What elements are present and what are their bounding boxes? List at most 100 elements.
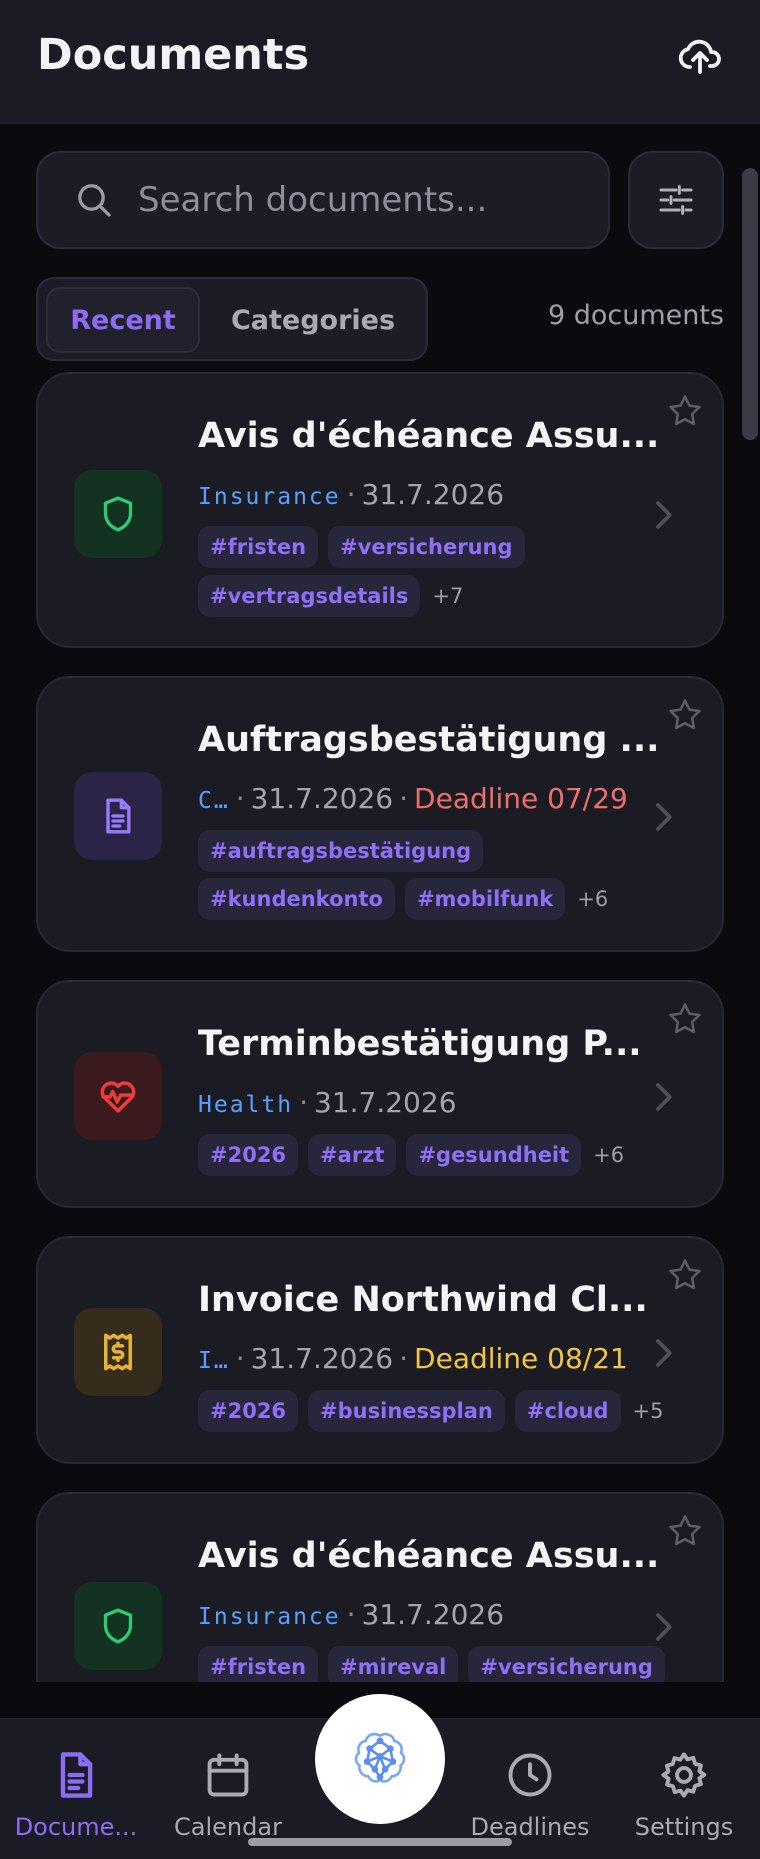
document-date: 31.7.2026 — [361, 478, 505, 511]
category-label: Insurance — [198, 484, 341, 510]
brain-network-icon — [354, 1732, 406, 1783]
shield-icon — [103, 496, 133, 532]
document-meta: I… · 31.7.2026 · Deadline 08/21 — [198, 1342, 628, 1375]
tag[interactable]: #businessplan — [308, 1390, 505, 1432]
document-card[interactable]: Avis d'échéance Assu... Insurance · 31.7.2… — [36, 1492, 724, 1682]
tag-row: #2026 #businessplan #cloud +5 — [198, 1390, 664, 1432]
search-input[interactable] — [138, 180, 578, 220]
tag[interactable]: #kundenkonto — [198, 878, 395, 920]
document-meta: Insurance · 31.7.2026 — [198, 1598, 505, 1631]
nav-settings[interactable]: Settings — [620, 1749, 748, 1841]
more-tags-count: +5 — [632, 1399, 664, 1423]
chevron-right-icon — [656, 803, 672, 831]
star-icon[interactable] — [666, 1256, 704, 1294]
tag[interactable]: #2026 — [198, 1390, 299, 1432]
nav-label: Calendar — [174, 1813, 282, 1841]
deadline-label: Deadline 08/21 — [414, 1342, 628, 1375]
tag-row: #auftragsbestätigung — [198, 830, 484, 872]
search-bar[interactable] — [36, 151, 610, 249]
tag-row: #vertragsdetails +7 — [198, 575, 463, 617]
category-label: C… — [198, 788, 230, 814]
document-card[interactable]: Avis d'échéance Assu... Insurance · 31.7.2… — [36, 372, 724, 648]
chevron-right-icon — [656, 1613, 672, 1641]
tag[interactable]: #fristen — [198, 1646, 319, 1682]
upload-button[interactable] — [672, 28, 728, 84]
tag[interactable]: #gesundheit — [406, 1134, 582, 1176]
category-icon-box — [74, 1308, 162, 1396]
ai-assistant-button[interactable] — [315, 1694, 445, 1824]
category-label: I… — [198, 1348, 230, 1374]
tag[interactable]: #fristen — [198, 526, 319, 568]
tag[interactable]: #vertragsdetails — [198, 575, 421, 617]
document-date: 31.7.2026 — [250, 1342, 394, 1375]
search-icon — [78, 184, 111, 217]
document-title: Avis d'échéance Assu... — [198, 416, 660, 456]
document-meta: Insurance · 31.7.2026 — [198, 478, 505, 511]
shield-icon — [103, 1608, 133, 1644]
tag[interactable]: #auftragsbestätigung — [198, 830, 484, 872]
document-title: Invoice Northwind Cl... — [198, 1280, 648, 1320]
document-title: Auftragsbestätigung ... — [198, 720, 660, 760]
document-count: 9 documents — [547, 300, 724, 331]
star-icon[interactable] — [666, 696, 704, 734]
star-icon[interactable] — [666, 1000, 704, 1038]
gear-icon — [661, 1752, 707, 1798]
home-indicator — [248, 1838, 512, 1846]
document-date: 31.7.2026 — [361, 1598, 505, 1631]
tag-row: #2026 #arzt #gesundheit +6 — [198, 1134, 624, 1176]
tag[interactable]: #versicherung — [468, 1646, 665, 1682]
category-label: Health — [198, 1092, 294, 1118]
cloud-upload-icon — [678, 39, 721, 74]
tag-row: #kundenkonto #mobilfunk +6 — [198, 878, 608, 920]
star-icon[interactable] — [666, 1512, 704, 1550]
category-icon-box — [74, 772, 162, 860]
calendar-icon — [207, 1753, 249, 1797]
tag[interactable]: #versicherung — [328, 526, 525, 568]
document-meta: Health · 31.7.2026 — [198, 1086, 457, 1119]
category-label: Insurance — [198, 1604, 341, 1630]
nav-documents[interactable]: Docume... — [12, 1749, 140, 1841]
more-tags-count: +6 — [577, 887, 609, 911]
page-title: Documents — [37, 30, 310, 80]
category-icon-box — [74, 470, 162, 558]
heart-pulse-icon — [100, 1081, 136, 1113]
document-icon — [60, 1752, 93, 1798]
tag[interactable]: #cloud — [514, 1390, 621, 1432]
document-card[interactable]: Terminbestätigung P... Health · 31.7.2026 … — [36, 980, 724, 1208]
deadline-label: Deadline 07/29 — [414, 782, 628, 815]
nav-label: Docume... — [14, 1813, 138, 1841]
receipt-icon — [104, 1333, 132, 1371]
more-tags-count: +6 — [593, 1143, 625, 1167]
document-date: 31.7.2026 — [250, 782, 394, 815]
document-meta: C… · 31.7.2026 · Deadline 07/29 — [198, 782, 628, 815]
document-card[interactable]: Auftragsbestätigung ... C… · 31.7.2026 · Dea… — [36, 676, 724, 952]
category-icon-box — [74, 1582, 162, 1670]
nav-calendar[interactable]: Calendar — [164, 1749, 292, 1841]
more-tags-count: +7 — [432, 584, 464, 608]
tab-categories[interactable]: Categories — [208, 287, 418, 353]
app-header: Documents — [0, 0, 760, 124]
tag[interactable]: #mobilfunk — [404, 878, 566, 920]
chevron-right-icon — [656, 1083, 672, 1111]
document-date: 31.7.2026 — [314, 1086, 457, 1119]
nav-label: Deadlines — [470, 1813, 590, 1841]
document-title: Avis d'échéance Assu... — [198, 1536, 660, 1576]
star-icon[interactable] — [666, 392, 704, 430]
tab-recent[interactable]: Recent — [46, 287, 200, 353]
document-card[interactable]: Invoice Northwind Cl... I… · 31.7.2026 · Dea… — [36, 1236, 724, 1464]
tag[interactable]: #mireval — [328, 1646, 459, 1682]
view-tabs: Recent Categories — [36, 277, 428, 361]
chevron-right-icon — [656, 501, 672, 529]
sliders-icon — [659, 185, 693, 215]
nav-label: Settings — [634, 1813, 734, 1841]
filter-button[interactable] — [628, 151, 724, 249]
chevron-right-icon — [656, 1339, 672, 1367]
tag-row: #fristen #versicherung — [198, 526, 525, 568]
tag[interactable]: #arzt — [308, 1134, 397, 1176]
clock-icon — [508, 1753, 552, 1797]
nav-deadlines[interactable]: Deadlines — [466, 1749, 594, 1841]
document-list: Avis d'échéance Assu... Insurance · 31.7.2… — [0, 370, 760, 1682]
document-icon — [106, 798, 131, 834]
tag-row: #fristen #mireval #versicherung — [198, 1646, 665, 1682]
tag[interactable]: #2026 — [198, 1134, 299, 1176]
